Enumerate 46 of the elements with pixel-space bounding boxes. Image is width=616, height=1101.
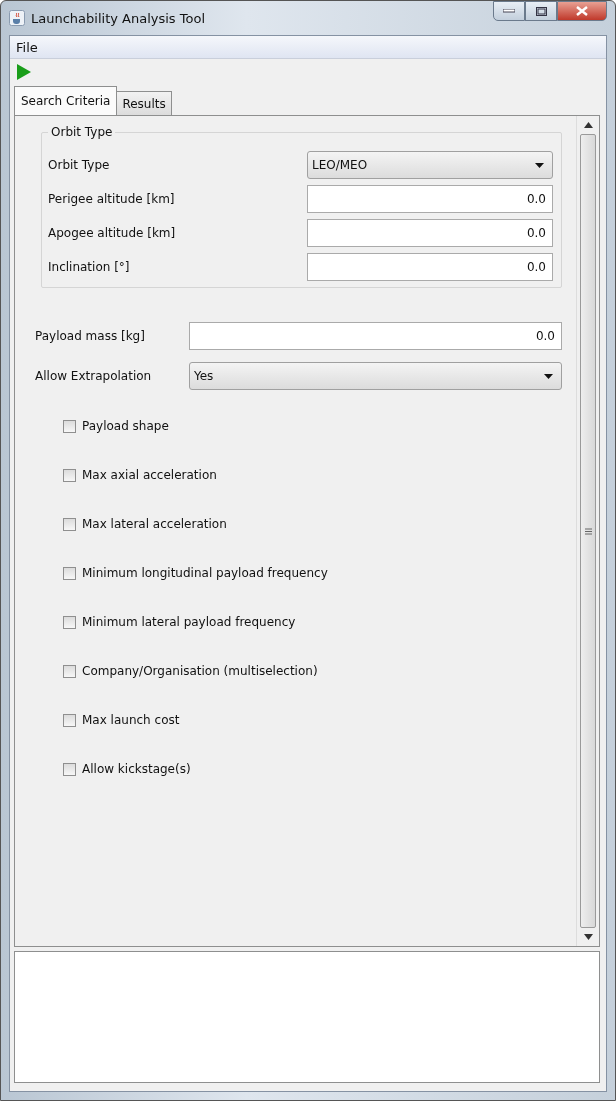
maximize-icon	[535, 6, 547, 16]
tab[interactable]: Search Criteria	[14, 86, 118, 115]
checkbox-label: Payload shape	[82, 419, 169, 433]
field-label: Orbit Type	[48, 158, 111, 172]
field-label: Apogee altitude [km]	[48, 226, 177, 240]
checkbox[interactable]	[63, 615, 76, 629]
checkbox[interactable]	[63, 713, 76, 727]
dropdown[interactable]: LEO/MEO	[307, 151, 553, 179]
dropdown-arrow-icon	[535, 162, 544, 168]
checkbox-label: Max axial acceleration	[82, 468, 217, 482]
checkbox-label: Max launch cost	[82, 713, 180, 727]
input-field[interactable]: 0.0	[307, 253, 553, 281]
close-icon	[576, 6, 588, 16]
close-button[interactable]	[557, 1, 607, 21]
checkbox[interactable]	[63, 762, 76, 776]
scroll-up-icon[interactable]	[583, 122, 593, 128]
field-label: Perigee altitude [km]	[48, 192, 176, 206]
coffee-cup-icon	[9, 10, 25, 26]
checkbox[interactable]	[63, 517, 76, 531]
dropdown[interactable]: Yes	[189, 362, 562, 390]
maximize-button[interactable]	[525, 1, 557, 21]
dropdown-arrow-icon	[544, 373, 553, 379]
field-label: Inclination [°]	[48, 260, 131, 274]
checkbox[interactable]	[63, 468, 76, 482]
minimize-icon	[503, 9, 515, 13]
checkbox-label: Max lateral acceleration	[82, 517, 227, 531]
minimize-button[interactable]	[493, 1, 525, 21]
input-field[interactable]: 0.0	[189, 322, 562, 350]
checkbox-label: Minimum longitudinal payload frequency	[82, 566, 328, 580]
scroll-down-icon[interactable]	[583, 934, 593, 940]
checkbox-label: Company/Organisation (multiselection)	[82, 664, 318, 678]
checkbox-label: Allow kickstage(s)	[82, 762, 191, 776]
menu-item[interactable]: File	[14, 39, 40, 55]
play-icon[interactable]	[16, 63, 32, 81]
checkbox[interactable]	[63, 419, 76, 433]
checkbox[interactable]	[63, 664, 76, 678]
checkbox[interactable]	[63, 566, 76, 580]
tab[interactable]: Results	[116, 91, 172, 115]
group-title: Orbit Type	[48, 125, 116, 139]
field-label: Payload mass [kg]	[35, 329, 146, 343]
input-field[interactable]: 0.0	[307, 219, 553, 247]
field-label: Allow Extrapolation	[35, 369, 153, 383]
input-field[interactable]: 0.0	[307, 185, 553, 213]
grip-icon	[584, 527, 592, 535]
window-title: Launchability Analysis Tool	[31, 10, 205, 26]
checkbox-label: Minimum lateral payload frequency	[82, 615, 296, 629]
